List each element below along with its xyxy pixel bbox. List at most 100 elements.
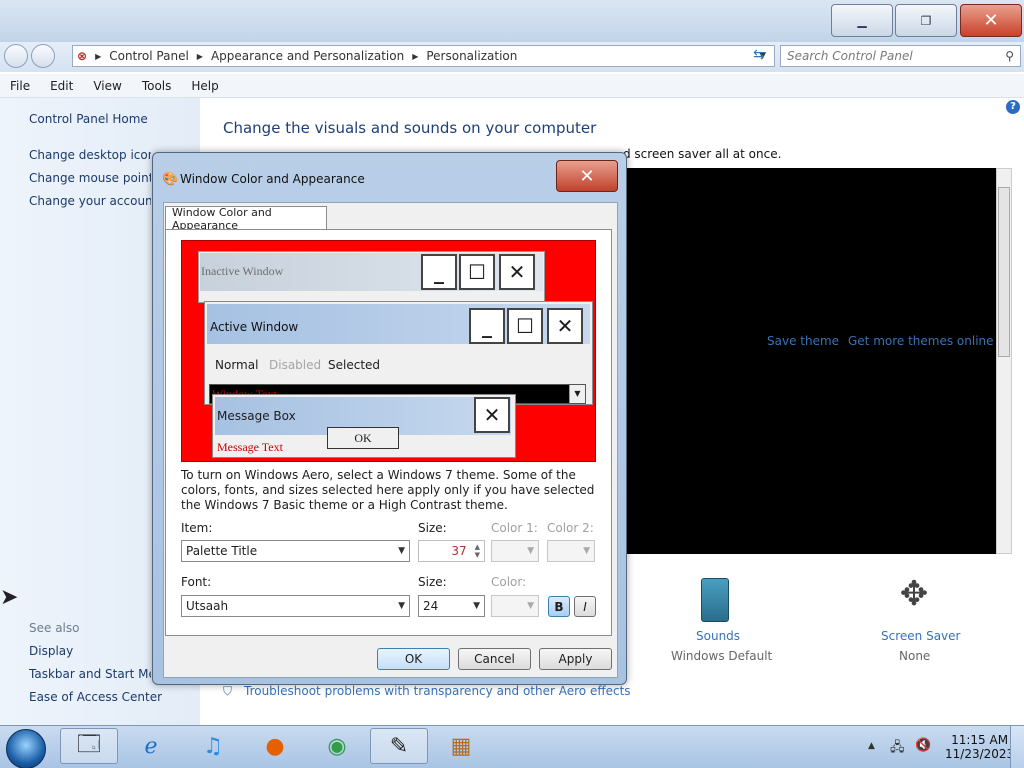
maximize-icon: ☐ [459, 254, 495, 290]
shield-icon: ⛉ [223, 684, 233, 698]
inactive-window-preview[interactable]: Inactive Window _ ☐ ✕ [198, 251, 545, 303]
ease-of-access-link[interactable]: Ease of Access Center [29, 690, 162, 704]
menu-disabled[interactable]: Disabled [269, 358, 321, 372]
chrome-icon[interactable]: ◉ [308, 728, 366, 764]
menu-edit[interactable]: Edit [40, 79, 83, 93]
chevron-down-icon: ▼ [398, 546, 405, 556]
preview-ok-button[interactable]: OK [327, 427, 399, 449]
save-theme-link[interactable]: Save theme [767, 334, 839, 348]
volume-muted-icon[interactable]: 🔇 [915, 738, 931, 753]
sounds-link[interactable]: Sounds [696, 629, 740, 643]
item-value: Palette Title [186, 544, 258, 558]
window-color-dialog: 🎨 Window Color and Appearance ✕ Window C… [152, 152, 627, 685]
clock[interactable]: 11:15 AM 11/23/2023 [945, 733, 1014, 761]
close-icon: ✕ [474, 397, 510, 433]
mouse-cursor-icon: ➤ [0, 585, 19, 610]
menu-file[interactable]: File [0, 79, 40, 93]
breadcrumb-appearance[interactable]: Appearance and Personalization [211, 49, 404, 63]
chevron-down-icon: ▼ [398, 601, 405, 611]
change-account-picture-link[interactable]: Change your account p [29, 194, 151, 208]
menu-help[interactable]: Help [181, 79, 228, 93]
apply-button[interactable]: Apply [539, 648, 612, 670]
show-desktop-button[interactable] [1010, 726, 1024, 768]
theme-list[interactable] [622, 168, 997, 554]
network-icon[interactable]: 🖧 [890, 738, 905, 760]
search-icon[interactable]: ⚲ [1005, 49, 1014, 63]
message-text: Message Text [217, 440, 283, 454]
message-box-preview[interactable]: Message Box ✕ Message Text OK [212, 394, 516, 458]
description-text: d screen saver all at once. [623, 147, 782, 161]
color1-label: Color 1: [491, 521, 538, 535]
control-panel-home-link[interactable]: Control Panel Home [29, 112, 148, 126]
speaker-icon[interactable] [701, 578, 729, 622]
chevron-down-icon: ▼ [527, 601, 534, 611]
ok-button[interactable]: OK [377, 648, 450, 670]
bold-toggle[interactable]: B [548, 596, 570, 617]
font-select[interactable]: Utsaah ▼ [181, 595, 410, 617]
color1-picker[interactable]: ▼ [491, 540, 539, 562]
menu-selected[interactable]: Selected [328, 358, 380, 372]
item-select[interactable]: Palette Title ▼ [181, 540, 410, 562]
scrollbar-thumb[interactable] [998, 187, 1010, 357]
breadcrumb-personalization[interactable]: Personalization [426, 49, 517, 63]
dialog-title: Window Color and Appearance [180, 172, 365, 186]
close-button[interactable]: ✕ [960, 4, 1022, 37]
close-icon: ✕ [499, 254, 535, 290]
change-mouse-pointer-link[interactable]: Change mouse pointer [29, 171, 151, 185]
back-button[interactable] [4, 44, 28, 68]
screen-saver-link[interactable]: Screen Saver [881, 629, 960, 643]
start-button[interactable] [6, 729, 46, 768]
chevron-down-icon: ▼ [473, 601, 480, 611]
spinner-arrows-icon[interactable]: ▲ ▼ [475, 543, 480, 559]
chevron-down-icon[interactable]: ▼ [569, 385, 585, 403]
minimize-icon: _ [421, 254, 457, 290]
dialog-close-button[interactable]: ✕ [556, 160, 618, 192]
screen-saver-value: None [899, 649, 931, 663]
troubleshoot-link[interactable]: Troubleshoot problems with transparency … [244, 684, 631, 698]
maximize-button[interactable]: ❐ [895, 4, 957, 37]
address-bar[interactable]: ⊗ ▶ Control Panel ▶ Appearance and Perso… [72, 45, 775, 67]
refresh-icon[interactable]: ⇆ [753, 47, 773, 65]
display-link[interactable]: Display [29, 644, 73, 658]
chevron-right-icon: ▶ [196, 51, 203, 61]
active-window-preview[interactable]: Active Window _ ☐ ✕ Normal Disabled Sele… [204, 301, 593, 405]
get-more-themes-link[interactable]: Get more themes online [848, 334, 994, 348]
menu-bar: File Edit View Tools Help [0, 74, 1024, 98]
font-size-select[interactable]: 24 ▼ [418, 595, 485, 617]
clock-time: 11:15 AM [951, 733, 1009, 747]
font-color-picker[interactable]: ▼ [491, 595, 539, 617]
theme-scrollbar[interactable] [996, 168, 1012, 554]
maximize-icon: ☐ [507, 308, 543, 344]
font-label: Font: [181, 575, 212, 589]
message-box-title: Message Box [217, 409, 296, 423]
size-label: Size: [418, 521, 447, 535]
inactive-window-title: Inactive Window [201, 264, 284, 278]
minimize-button[interactable]: ▁ [831, 4, 893, 37]
screen-saver-icon[interactable]: ✥ [892, 574, 936, 622]
abc-blocks-icon[interactable]: ▦ [432, 728, 490, 764]
search-input[interactable]: Search Control Panel ⚲ [780, 45, 1021, 67]
change-desktop-icons-link[interactable]: Change desktop icons [29, 148, 151, 162]
paint-taskbar-icon[interactable]: ✎ [370, 728, 428, 764]
forward-button[interactable] [31, 44, 55, 68]
italic-toggle[interactable]: I [574, 596, 596, 617]
breadcrumb-control-panel[interactable]: Control Panel [109, 49, 189, 63]
firefox-icon[interactable]: ● [246, 728, 304, 764]
menu-normal[interactable]: Normal [215, 358, 258, 372]
internet-explorer-icon[interactable]: ℯ [122, 728, 180, 764]
see-also-heading: See also [29, 621, 80, 635]
chevron-right-icon: ▶ [412, 51, 419, 61]
color2-picker[interactable]: ▼ [547, 540, 595, 562]
show-hidden-icons-chevron-up-icon[interactable]: ▲ [868, 741, 875, 751]
control-panel-taskbar-icon[interactable]: 🗔 [60, 728, 118, 764]
tab-window-color[interactable]: Window Color and Appearance [165, 206, 327, 232]
color2-label: Color 2: [547, 521, 594, 535]
font-size-label: Size: [418, 575, 447, 589]
music-player-icon[interactable]: ♫ [184, 728, 242, 764]
menu-tools[interactable]: Tools [132, 79, 182, 93]
menu-view[interactable]: View [83, 79, 131, 93]
help-icon[interactable]: ? [1006, 100, 1020, 114]
size-spinner[interactable]: 37 ▲ ▼ [418, 540, 485, 562]
cancel-button[interactable]: Cancel [458, 648, 531, 670]
taskbar-start-menu-link[interactable]: Taskbar and Start Menu [29, 667, 151, 681]
